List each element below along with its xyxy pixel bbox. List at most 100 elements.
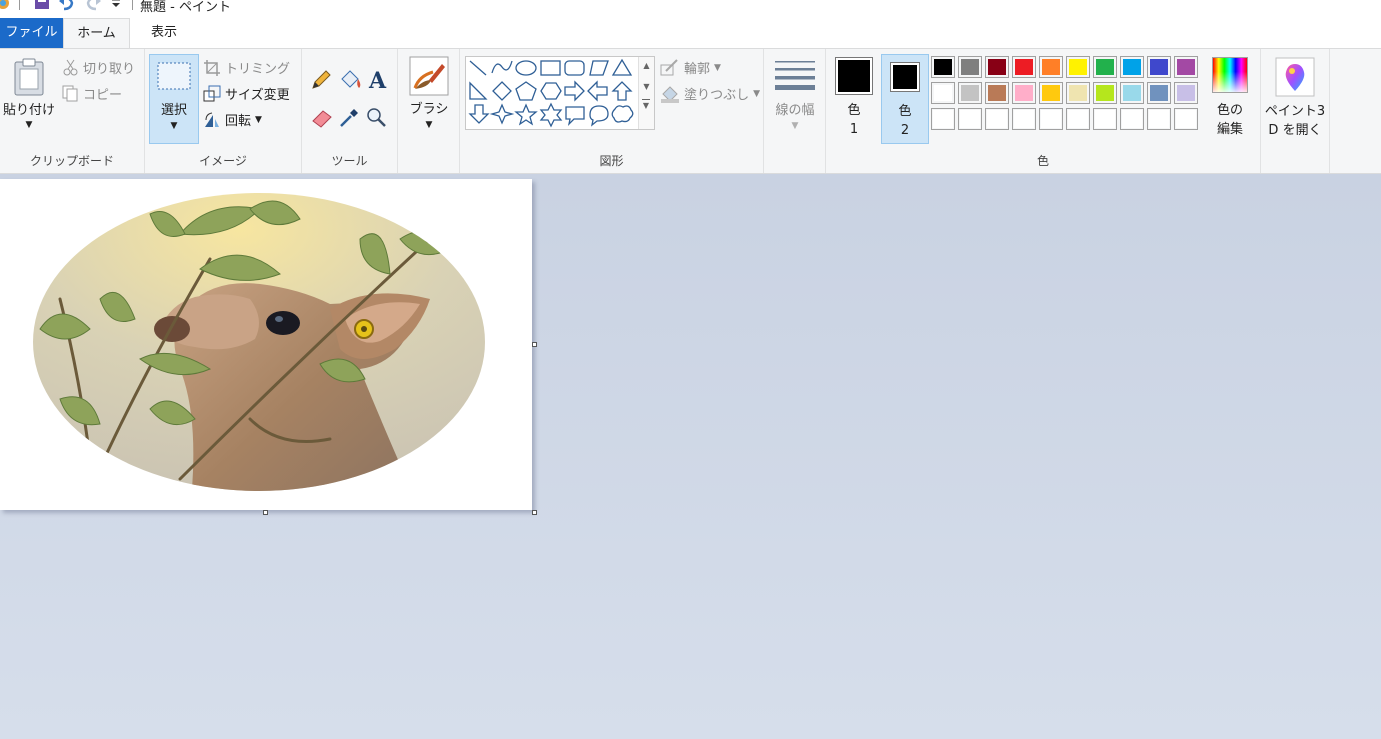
palette-swatch[interactable] — [1066, 56, 1090, 78]
expand-gallery-icon[interactable]: ▼ — [642, 99, 650, 110]
palette-swatch[interactable] — [1066, 108, 1090, 130]
tools-group-label: ツール — [331, 154, 368, 168]
cropped-photo — [33, 193, 485, 491]
palette-swatch[interactable] — [1012, 82, 1036, 104]
cut-label: 切り取り — [83, 62, 136, 77]
tab-view[interactable]: 表示 — [130, 18, 198, 48]
clipboard-group: 貼り付け ▼ 切り取り コピー クリップボード — [0, 49, 145, 173]
resize-handle-bottom[interactable] — [263, 510, 268, 515]
palette-swatch[interactable] — [931, 108, 955, 130]
select-button[interactable]: 選択 ▼ — [149, 54, 199, 144]
palette-swatch[interactable] — [985, 108, 1009, 130]
resize-handle-corner[interactable] — [532, 510, 537, 515]
oval-callout-icon — [589, 105, 609, 127]
divider — [132, 0, 133, 10]
shapes-gallery[interactable]: ▲ ▼ ▼ — [465, 56, 655, 130]
pencil-icon[interactable] — [310, 69, 332, 91]
color2-button[interactable]: 色 2 — [881, 54, 929, 144]
palette-swatch[interactable] — [958, 108, 982, 130]
palette-swatch-fill — [1015, 85, 1033, 101]
resize-handle-right[interactable] — [532, 342, 537, 347]
text-icon[interactable]: A — [366, 69, 388, 91]
color1-fill — [838, 60, 870, 92]
palette-swatch[interactable] — [958, 56, 982, 78]
palette-swatch-fill — [1095, 110, 1115, 128]
ribbon: 貼り付け ▼ 切り取り コピー クリップボード 選択 ▼ トリミング サイズ変更… — [0, 48, 1381, 174]
palette-swatch[interactable] — [1039, 82, 1063, 104]
palette-swatch[interactable] — [1147, 56, 1171, 78]
save-icon[interactable] — [33, 0, 51, 15]
palette-swatch[interactable] — [958, 82, 982, 104]
chevron-down-icon: ▼ — [791, 121, 799, 131]
line-icon — [469, 60, 487, 76]
colors-group-label: 色 — [1036, 154, 1049, 168]
open-paint3d-button[interactable]: ペイント3 D を開く — [1264, 55, 1326, 143]
undo-icon[interactable] — [58, 0, 76, 15]
select-rectangle-icon — [157, 62, 191, 90]
scroll-up-icon[interactable]: ▲ — [639, 61, 654, 70]
redo-icon[interactable] — [84, 0, 102, 15]
color1-label-line2: 1 — [849, 122, 859, 137]
brushes-button[interactable]: ブラシ ▼ — [402, 54, 456, 144]
palette-swatch[interactable] — [931, 56, 955, 78]
palette-swatch[interactable] — [1066, 82, 1090, 104]
rotate-button[interactable]: 回転 ▼ — [203, 110, 262, 129]
rounded-rectangle-icon — [564, 60, 585, 76]
scroll-down-icon[interactable]: ▼ — [639, 82, 654, 91]
shapes-group-label: 図形 — [599, 154, 624, 168]
palette-swatch[interactable] — [1012, 108, 1036, 130]
line-width-label: 線の幅 — [775, 103, 815, 118]
chevron-down-icon: ▼ — [170, 121, 178, 131]
palette-swatch-fill — [1041, 110, 1061, 128]
palette-swatch[interactable] — [1093, 56, 1117, 78]
palette-swatch[interactable] — [1120, 108, 1144, 130]
clipboard-icon — [14, 58, 44, 96]
palette-swatch[interactable] — [1120, 56, 1144, 78]
outline-button[interactable]: 輪郭 ▼ — [660, 58, 721, 77]
clipboard-group-label: クリップボード — [29, 154, 114, 168]
palette-swatch[interactable] — [931, 82, 955, 104]
palette-swatch[interactable] — [1174, 82, 1198, 104]
paste-button[interactable]: 貼り付け ▼ — [0, 55, 58, 147]
select-label: 選択 — [160, 103, 187, 118]
palette-swatch[interactable] — [985, 56, 1009, 78]
palette-swatch[interactable] — [1012, 56, 1036, 78]
shapes-scrollbar[interactable]: ▲ ▼ ▼ — [638, 57, 654, 129]
line-width-button[interactable]: 線の幅 ▼ — [768, 55, 822, 143]
cut-button[interactable]: 切り取り — [62, 58, 135, 77]
magnifier-icon[interactable] — [366, 107, 388, 129]
tab-home[interactable]: ホーム — [63, 18, 130, 49]
palette-swatch[interactable] — [985, 82, 1009, 104]
palette-swatch-fill — [1042, 85, 1060, 101]
eraser-icon[interactable] — [310, 107, 334, 129]
color1-swatch — [835, 57, 873, 95]
drawing-canvas[interactable] — [0, 179, 537, 515]
customize-toolbar-icon[interactable] — [110, 0, 122, 15]
palette-swatch[interactable] — [1147, 82, 1171, 104]
palette-swatch[interactable] — [1093, 82, 1117, 104]
color1-button[interactable]: 色 1 — [831, 54, 877, 144]
resize-label: サイズ変更 — [225, 88, 290, 103]
palette-swatch[interactable] — [1174, 108, 1198, 130]
six-point-star-icon — [539, 102, 563, 128]
palette-swatch[interactable] — [1039, 56, 1063, 78]
palette-swatch[interactable] — [1174, 56, 1198, 78]
palette-swatch-fill — [1150, 59, 1168, 75]
palette-swatch-fill — [987, 110, 1007, 128]
copy-button[interactable]: コピー — [62, 84, 122, 103]
palette-swatch-fill — [988, 85, 1006, 101]
fill-icon[interactable] — [338, 69, 362, 91]
crop-button[interactable]: トリミング — [203, 58, 290, 77]
pentagon-icon — [515, 81, 537, 101]
edit-colors-button[interactable]: 色の 編集 — [1204, 54, 1256, 144]
tab-file[interactable]: ファイル — [0, 18, 63, 48]
palette-swatch[interactable] — [1039, 108, 1063, 130]
color-picker-icon[interactable] — [338, 107, 360, 129]
palette-swatch-fill — [1096, 85, 1114, 101]
resize-button[interactable]: サイズ変更 — [203, 84, 290, 103]
palette-swatch[interactable] — [1093, 108, 1117, 130]
palette-swatch[interactable] — [1120, 82, 1144, 104]
hexagon-icon — [540, 82, 562, 100]
palette-swatch[interactable] — [1147, 108, 1171, 130]
fill-button[interactable]: 塗りつぶし ▼ — [660, 84, 760, 103]
